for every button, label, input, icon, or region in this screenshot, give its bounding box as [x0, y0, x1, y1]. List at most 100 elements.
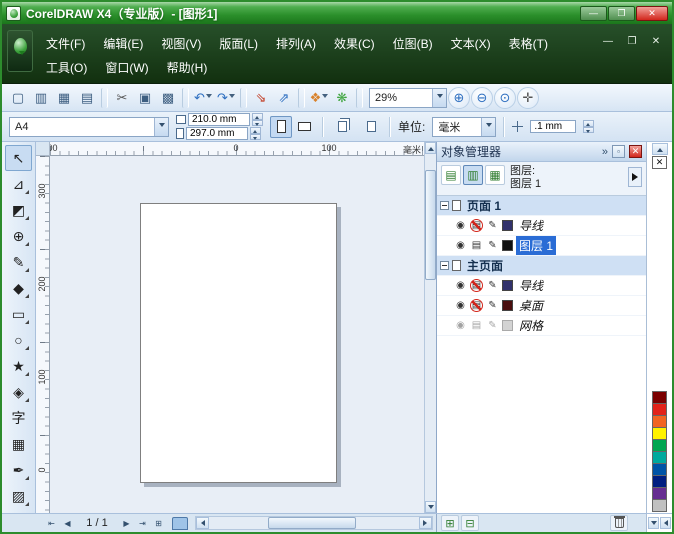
edit-pencil-icon[interactable]: ✎	[486, 219, 499, 232]
layer-color-chip[interactable]	[502, 320, 513, 331]
printer-icon[interactable]: ▤	[470, 319, 483, 332]
paper-width-spinner[interactable]	[252, 113, 263, 126]
edit-pencil-icon[interactable]: ✎	[486, 279, 499, 292]
toolbar-separator[interactable]	[356, 87, 363, 108]
last-page-button[interactable]: ⇥	[135, 516, 150, 531]
doc-minimize-button[interactable]: —	[600, 36, 616, 47]
canvas-area[interactable]	[50, 156, 424, 513]
layer-name[interactable]: 主页面	[464, 256, 506, 275]
menu-item[interactable]: 文本(X)	[442, 32, 500, 55]
edit-pencil-icon[interactable]: ✎	[486, 319, 499, 332]
menu-item[interactable]: 表格(T)	[500, 32, 557, 55]
layer-row[interactable]: ◉ ▤ ✎ 图层 1	[437, 236, 646, 256]
visibility-eye-icon[interactable]: ◉	[454, 239, 467, 252]
layer-color-chip[interactable]	[502, 280, 513, 291]
edit-pencil-icon[interactable]: ✎	[486, 299, 499, 312]
palette-scroll-down-button[interactable]	[648, 517, 659, 529]
all-pages-button[interactable]	[331, 116, 353, 138]
vertical-scroll-thumb[interactable]	[425, 170, 436, 280]
ruler-origin-corner[interactable]	[36, 142, 50, 156]
new-layer-button[interactable]: ⊞	[441, 515, 459, 531]
toolbar-separator[interactable]	[298, 87, 305, 108]
visibility-eye-icon[interactable]: ◉	[454, 279, 467, 292]
expand-layers-view-icon[interactable]: ▦	[485, 165, 505, 185]
printer-icon[interactable]: ▤	[470, 279, 483, 292]
palette-color-swatch[interactable]	[652, 499, 667, 512]
printer-icon[interactable]: ▤	[470, 219, 483, 232]
save-icon[interactable]: ▦	[53, 87, 75, 109]
print-icon[interactable]: ▤	[76, 87, 98, 109]
polygon-tool[interactable]: ★	[5, 353, 32, 379]
pages-layers-view-icon[interactable]: ▥	[463, 165, 483, 185]
pan-icon[interactable]: ✛	[517, 86, 539, 109]
export-icon[interactable]: ⇗	[273, 87, 295, 109]
freehand-tool[interactable]: ✎	[5, 249, 32, 275]
layer-row[interactable]: ◉ ▤ ✎ 页面 1	[437, 196, 646, 216]
menu-item[interactable]: 窗口(W)	[96, 56, 157, 79]
horizontal-scroll-thumb[interactable]	[267, 517, 356, 529]
pick-tool[interactable]: ↖	[5, 145, 32, 171]
scroll-left-button[interactable]	[196, 517, 209, 529]
cut-icon[interactable]: ✂	[111, 87, 133, 109]
vertical-scrollbar[interactable]	[424, 142, 436, 513]
layer-row[interactable]: ◉ ▤ ✎ 桌面	[437, 296, 646, 316]
edit-pencil-icon[interactable]: ✎	[486, 239, 499, 252]
printer-icon[interactable]: ▤	[470, 239, 483, 252]
scroll-up-button[interactable]	[425, 142, 436, 154]
new-master-layer-button[interactable]: ⊟	[461, 515, 479, 531]
scroll-right-button[interactable]	[419, 517, 432, 529]
layer-name[interactable]: 图层 1	[516, 236, 557, 255]
zoom-out-icon[interactable]: ⊖	[471, 86, 493, 109]
text-tool[interactable]: 字	[5, 405, 32, 431]
table-tool[interactable]: ▦	[5, 431, 32, 457]
toolbar-separator[interactable]	[101, 87, 108, 108]
paper-width-field[interactable]: 210.0 mm	[188, 113, 250, 126]
toolbar-separator[interactable]	[182, 87, 189, 108]
docker-close-button[interactable]: ✕	[629, 145, 642, 158]
redo-icon[interactable]: ↷	[215, 87, 237, 109]
nudge-offset-field[interactable]: .1 mm	[530, 120, 577, 133]
zoom-level-combo[interactable]: 29%	[369, 87, 447, 108]
horizontal-ruler[interactable]: 毫米 0 100 200	[50, 142, 424, 156]
menu-item[interactable]: 位图(B)	[384, 32, 442, 55]
close-button[interactable]: ✕	[636, 5, 668, 21]
doc-restore-button[interactable]: ❐	[624, 36, 640, 47]
copy-icon[interactable]: ▣	[134, 87, 156, 109]
open-icon[interactable]: ▥	[30, 87, 52, 109]
layer-name[interactable]: 导线	[516, 276, 546, 295]
import-icon[interactable]: ⇘	[250, 87, 272, 109]
layer-row[interactable]: ◉ ▤ ✎ 网格	[437, 316, 646, 336]
combo-dropdown-icon[interactable]	[432, 88, 446, 107]
zoom-in-icon[interactable]: ⊕	[448, 86, 470, 109]
docker-dock-button[interactable]: ▫	[612, 145, 625, 158]
docker-flyout-button[interactable]	[628, 167, 642, 187]
palette-flyout-button[interactable]	[660, 517, 671, 529]
paper-height-field[interactable]: 297.0 mm	[186, 127, 248, 140]
layer-name[interactable]: 页面 1	[464, 196, 504, 215]
paste-icon[interactable]: ▩	[157, 87, 179, 109]
combo-dropdown-icon[interactable]	[154, 117, 168, 136]
ellipse-tool[interactable]: ○	[5, 327, 32, 353]
rectangle-tool[interactable]: ▭	[5, 301, 32, 327]
toolbar-separator[interactable]	[240, 87, 247, 108]
outline-tool[interactable]: ✒	[5, 457, 32, 483]
menu-item[interactable]: 排列(A)	[267, 32, 325, 55]
doc-close-button[interactable]: ✕	[648, 36, 664, 47]
shape-tool[interactable]: ⊿	[5, 171, 32, 197]
visibility-eye-icon[interactable]: ◉	[454, 319, 467, 332]
menu-item[interactable]: 帮助(H)	[158, 56, 217, 79]
no-color-swatch[interactable]: ✕	[652, 156, 667, 169]
units-combo[interactable]: 毫米	[432, 116, 497, 137]
layer-row[interactable]: ◉ ▤ ✎ 导线	[437, 216, 646, 236]
expand-icon[interactable]	[440, 261, 449, 270]
basic-shapes-tool[interactable]: ◈	[5, 379, 32, 405]
vertical-ruler[interactable]: 300 200 100 0	[36, 156, 50, 513]
docker-chevron-icon[interactable]: »	[602, 146, 608, 158]
new-document-icon[interactable]: ▢	[7, 87, 29, 109]
page-tab[interactable]	[172, 516, 188, 530]
layer-manager-view-icon[interactable]: ▤	[441, 165, 461, 185]
maximize-button[interactable]: ❐	[608, 5, 635, 21]
layer-row[interactable]: ◉ ▤ ✎ 导线	[437, 276, 646, 296]
scroll-down-button[interactable]	[425, 501, 436, 513]
layer-color-chip[interactable]	[502, 220, 513, 231]
